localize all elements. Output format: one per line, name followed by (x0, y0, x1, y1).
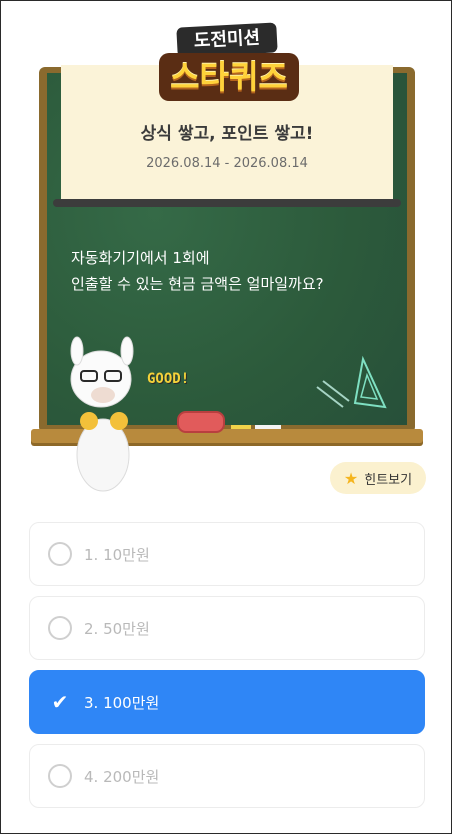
hint-button[interactable]: ★ 힌트보기 (330, 462, 426, 494)
star-icon: ★ (343, 468, 359, 488)
chalk-drawing-icon (316, 355, 387, 409)
answer-option-4[interactable]: 4. 200만원 (29, 744, 425, 808)
white-chalk-icon (255, 425, 281, 429)
quiz-title: 상식 쌓고, 포인트 쌓고! (140, 124, 314, 144)
hint-label: 힌트보기 (364, 472, 413, 488)
quiz-question: 자동화기기에서 1회에 인출할 수 있는 현금 금액은 얼마일까요? (71, 245, 391, 297)
answer-option-label: 3. 100만원 (84, 693, 160, 712)
answer-option-label: 1. 10만원 (84, 545, 150, 564)
question-line-1: 자동화기기에서 1회에 (71, 249, 210, 267)
answer-option-label: 4. 200만원 (84, 767, 160, 786)
star-quiz-logo: 스타퀴즈 (159, 53, 299, 101)
answer-option-label: 2. 50만원 (84, 619, 150, 638)
eraser-icon (177, 411, 225, 433)
checkmark-icon: ✔ (51, 690, 69, 714)
good-text: GOOD! (147, 371, 190, 387)
answer-option-1[interactable]: 1. 10만원 (29, 522, 425, 586)
answer-option-3[interactable]: ✔ 3. 100만원 (29, 670, 425, 734)
yellow-chalk-icon (231, 425, 251, 429)
answer-option-2[interactable]: 2. 50만원 (29, 596, 425, 660)
paper-rod (53, 199, 401, 207)
llama-mascot-icon (70, 336, 134, 492)
radio-circle-icon[interactable] (48, 764, 72, 788)
quiz-date-range: 2026.08.14 - 2026.08.14 (146, 156, 308, 171)
question-line-2: 인출할 수 있는 현금 금액은 얼마일까요? (71, 275, 324, 293)
radio-circle-icon[interactable] (48, 542, 72, 566)
radio-circle-icon[interactable] (48, 616, 72, 640)
